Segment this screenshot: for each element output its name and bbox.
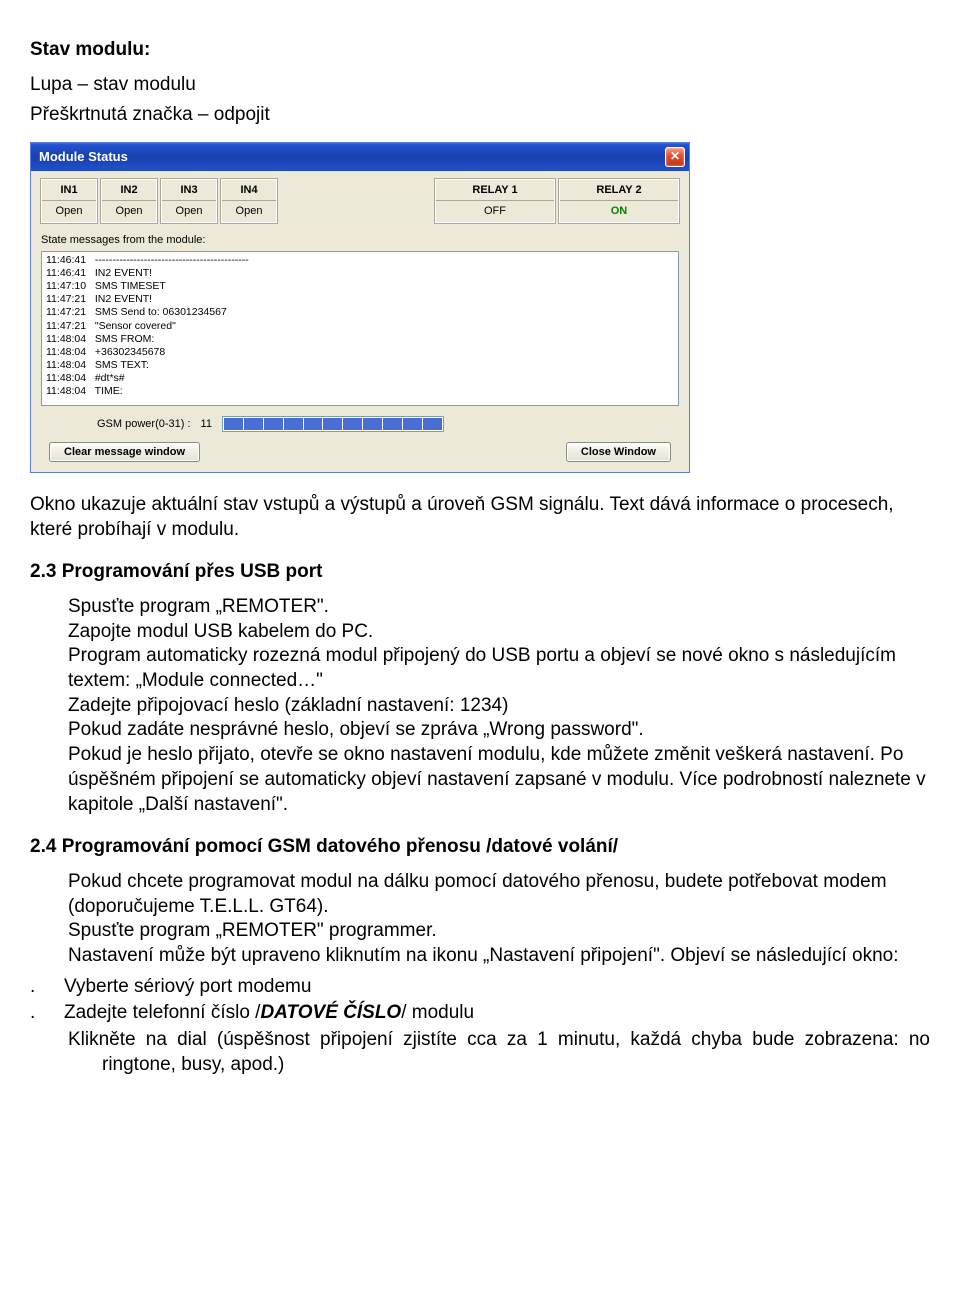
- gsm-power-value: 11: [201, 417, 212, 431]
- gsm-segment: [403, 418, 422, 430]
- intro-line-1: Lupa – stav modulu: [30, 73, 930, 98]
- gsm-segment: [224, 418, 243, 430]
- gsm-segment: [343, 418, 362, 430]
- relay1-label: RELAY 1: [436, 180, 554, 201]
- in1-label: IN1: [42, 180, 96, 201]
- heading-stav: Stav modulu:: [30, 38, 930, 63]
- item2-post: / modulu: [401, 1002, 474, 1023]
- heading-gsm: 2.4 Programování pomocí GSM datového pře…: [30, 835, 930, 860]
- final-para: Klikněte na dial (úspěšnost připojení zj…: [30, 1028, 930, 1077]
- list-item-2: . Zadejte telefonní číslo /DATOVÉ ČÍSLO/…: [30, 1001, 930, 1026]
- window-body: IN1 Open IN2 Open IN3 Open IN4 Open: [31, 171, 689, 472]
- in3-label: IN3: [162, 180, 216, 201]
- message-line: 11:48:04 SMS FROM:: [46, 333, 674, 346]
- clear-message-button[interactable]: Clear message window: [49, 442, 200, 462]
- close-window-button[interactable]: Close Window: [566, 442, 671, 462]
- list-marker: .: [30, 975, 34, 1000]
- relay2-value: ON: [560, 201, 678, 221]
- gsm-segment: [323, 418, 342, 430]
- message-line: 11:47:10 SMS TIMESET: [46, 280, 674, 293]
- item2-pre: Zadejte telefonní číslo /: [64, 1002, 260, 1023]
- relay1-value: OFF: [436, 201, 554, 221]
- module-status-window: Module Status ✕ IN1 Open IN2 Open IN3 Op…: [30, 142, 690, 473]
- window-title: Module Status: [39, 149, 128, 166]
- list-marker: .: [30, 1001, 34, 1026]
- message-line: 11:47:21 SMS Send to: 06301234567: [46, 306, 674, 319]
- titlebar[interactable]: Module Status ✕: [31, 143, 689, 171]
- message-list[interactable]: 11:46:41 -------------------------------…: [41, 251, 679, 406]
- relays-group: RELAY 1 OFF RELAY 2 ON: [435, 179, 679, 223]
- gsm-segment: [264, 418, 283, 430]
- in3-value: Open: [162, 201, 216, 221]
- gsm-segment: [244, 418, 263, 430]
- intro-line-2: Přeškrtnutá značka – odpojit: [30, 103, 930, 128]
- after-window-para: Okno ukazuje aktuální stav vstupů a výst…: [30, 493, 930, 542]
- relay2-label: RELAY 2: [560, 180, 678, 201]
- in2-label: IN2: [102, 180, 156, 201]
- close-icon[interactable]: ✕: [665, 147, 685, 167]
- message-line: 11:46:41 IN2 EVENT!: [46, 267, 674, 280]
- gsm-segment: [383, 418, 402, 430]
- message-line: 11:48:04 TIME:: [46, 385, 674, 398]
- gsm-power-row: GSM power(0-31) : 11: [97, 416, 679, 432]
- gsm-power-label: GSM power(0-31) :: [97, 417, 191, 431]
- gsm-segment: [304, 418, 323, 430]
- heading-usb: 2.3 Programování přes USB port: [30, 560, 930, 585]
- io-row: IN1 Open IN2 Open IN3 Open IN4 Open: [41, 179, 679, 223]
- message-line: 11:47:21 IN2 EVENT!: [46, 293, 674, 306]
- message-line: 11:46:41 -------------------------------…: [46, 254, 674, 267]
- in1-value: Open: [42, 201, 96, 221]
- relay2-cell: RELAY 2 ON: [559, 179, 679, 223]
- in4-value: Open: [222, 201, 276, 221]
- inputs-group: IN1 Open IN2 Open IN3 Open IN4 Open: [41, 179, 277, 223]
- list-item-2-text: Zadejte telefonní číslo /DATOVÉ ČÍSLO/ m…: [64, 1001, 474, 1026]
- list-item-1: . Vyberte sériový port modemu: [30, 975, 930, 1000]
- relay1-cell: RELAY 1 OFF: [435, 179, 555, 223]
- message-line: 11:48:04 SMS TEXT:: [46, 359, 674, 372]
- usb-para: Spusťte program „REMOTER". Zapojte modul…: [30, 595, 930, 817]
- message-line: 11:48:04 +36302345678: [46, 346, 674, 359]
- in1-cell: IN1 Open: [41, 179, 97, 223]
- in2-cell: IN2 Open: [101, 179, 157, 223]
- list-item-1-text: Vyberte sériový port modemu: [64, 975, 311, 1000]
- message-line: 11:47:21 "Sensor covered": [46, 320, 674, 333]
- button-row: Clear message window Close Window: [41, 442, 679, 462]
- state-messages-label: State messages from the module:: [41, 233, 679, 247]
- gsm-segment: [423, 418, 442, 430]
- gsm-segment: [284, 418, 303, 430]
- gsm-para: Pokud chcete programovat modul na dálku …: [30, 870, 930, 969]
- gsm-power-bar: [222, 416, 444, 432]
- message-line: 11:48:04 #dt*s#: [46, 372, 674, 385]
- item2-bold: DATOVÉ ČÍSLO: [260, 1002, 401, 1023]
- in2-value: Open: [102, 201, 156, 221]
- in4-label: IN4: [222, 180, 276, 201]
- gsm-segment: [363, 418, 382, 430]
- in4-cell: IN4 Open: [221, 179, 277, 223]
- in3-cell: IN3 Open: [161, 179, 217, 223]
